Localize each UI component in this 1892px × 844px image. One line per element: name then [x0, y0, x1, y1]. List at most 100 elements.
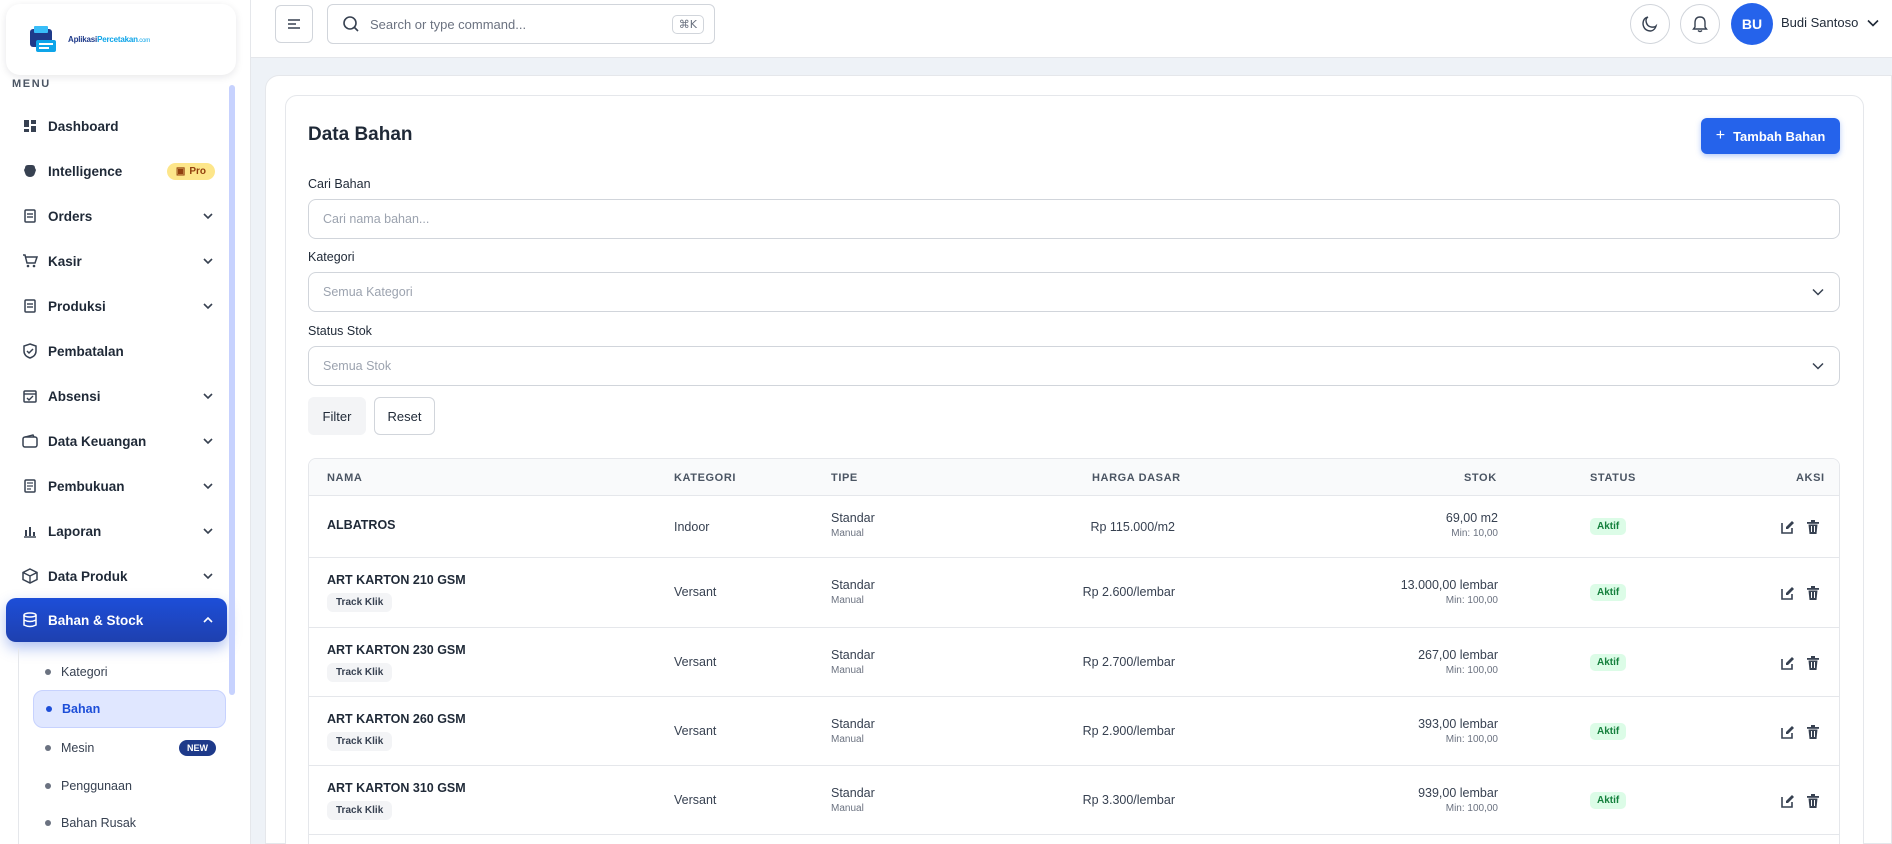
- sidebar-item-kasir[interactable]: Kasir: [6, 242, 227, 280]
- chevron-down-icon: [203, 483, 213, 490]
- dark-mode-toggle[interactable]: [1630, 4, 1670, 44]
- stock-status-select[interactable]: Semua Stok: [308, 346, 1840, 386]
- material-stock: 267,00 lembar: [1418, 648, 1498, 662]
- sidebar-scrollbar[interactable]: [229, 85, 235, 695]
- trash-icon[interactable]: [1805, 724, 1821, 740]
- column-header-stok[interactable]: STOK: [1464, 472, 1497, 484]
- bullet-dot: [45, 820, 51, 826]
- shortcut-hint: ⌘K: [671, 14, 704, 34]
- column-header-tipe[interactable]: TIPE: [831, 472, 858, 484]
- column-header-harga-dasar[interactable]: HARGA DASAR: [1092, 472, 1181, 484]
- new-badge: NEW: [179, 740, 216, 756]
- chevron-down-icon: [203, 438, 213, 445]
- user-name: Budi Santoso: [1781, 15, 1859, 30]
- sidebar-toggle-button[interactable]: [275, 5, 313, 43]
- edit-icon[interactable]: [1780, 724, 1796, 740]
- material-min-stock: Min: 100,00: [1445, 595, 1498, 606]
- submenu-item-label: Mesin: [61, 741, 95, 755]
- material-min-stock: Min: 100,00: [1445, 665, 1498, 676]
- ledger-icon: [20, 476, 40, 496]
- material-stock: 13.000,00 lembar: [1400, 578, 1498, 592]
- printer-logo-icon: [28, 25, 64, 54]
- material-name: ART KARTON 310 GSM: [327, 781, 466, 795]
- trash-icon[interactable]: [1805, 655, 1821, 671]
- sidebar-item-label: Absensi: [48, 388, 101, 404]
- edit-icon[interactable]: [1780, 585, 1796, 601]
- chevron-down-icon: [203, 258, 213, 265]
- table-row[interactable]: ALBATROS Indoor Standar Manual Rp 115.000…: [309, 496, 1839, 558]
- track-klik-tag: Track Klik: [327, 593, 393, 612]
- user-menu[interactable]: Budi Santoso: [1781, 15, 1880, 30]
- table-row[interactable]: ART KARTON 230 GSM Track Klik Versant Sta…: [309, 628, 1839, 697]
- material-name: ALBATROS: [327, 518, 396, 532]
- sidebar-item-dashboard[interactable]: Dashboard: [6, 107, 227, 145]
- submenu-item-label: Bahan Rusak: [61, 816, 137, 830]
- pro-badge: ▣ Pro: [166, 162, 215, 180]
- material-name: ART KARTON 230 GSM: [327, 643, 466, 657]
- trash-icon[interactable]: [1805, 793, 1821, 809]
- material-base-price: Rp 2.600/lembar: [1082, 585, 1175, 599]
- user-avatar[interactable]: BU: [1731, 3, 1773, 45]
- sidebar-item-pembatalan[interactable]: Pembatalan: [6, 332, 227, 370]
- sidebar-item-data-produk[interactable]: Data Produk: [6, 557, 227, 595]
- add-bahan-label: Tambah Bahan: [1733, 128, 1826, 144]
- moon-icon: [1642, 16, 1658, 32]
- material-name: ART KARTON 260 GSM: [327, 712, 466, 726]
- sidebar-item-label: Pembukuan: [48, 478, 125, 494]
- column-header-status[interactable]: STATUS: [1590, 472, 1636, 484]
- wallet-icon: [20, 431, 40, 451]
- material-type-mode: Manual: [831, 665, 864, 676]
- submenu-item-bahan-rusak[interactable]: Bahan Rusak: [33, 804, 226, 842]
- sidebar-item-pembukuan[interactable]: Pembukuan: [6, 467, 227, 505]
- bahan-search-input[interactable]: Cari nama bahan...: [308, 199, 1840, 239]
- material-type: Standar: [831, 578, 875, 592]
- material-category: Versant: [674, 724, 717, 738]
- command-search-input[interactable]: Search or type command... ⌘K: [327, 4, 715, 44]
- sidebar-item-laporan[interactable]: Laporan: [6, 512, 227, 550]
- sidebar-item-intelligence[interactable]: Intelligence ▣ Pro: [6, 152, 227, 190]
- sidebar-item-label: Bahan & Stock: [48, 612, 144, 628]
- chevron-down-icon: [203, 393, 213, 400]
- sidebar-item-absensi[interactable]: Absensi: [6, 377, 227, 415]
- edit-icon[interactable]: [1780, 519, 1796, 535]
- trash-icon[interactable]: [1805, 519, 1821, 535]
- bullet-dot: [45, 783, 51, 789]
- sidebar-item-bahan-stock[interactable]: Bahan & Stock: [6, 598, 227, 642]
- column-header-kategori[interactable]: KATEGORI: [674, 472, 736, 484]
- brain-icon: [20, 161, 40, 181]
- sidebar-item-data-keuangan[interactable]: Data Keuangan: [6, 422, 227, 460]
- category-label: Kategori: [308, 250, 355, 264]
- column-header-nama[interactable]: NAMA: [327, 472, 362, 484]
- chevron-down-icon: [1812, 362, 1824, 370]
- submenu-item-penggunaan[interactable]: Penggunaan: [33, 767, 226, 805]
- material-name: ART KARTON 210 GSM: [327, 573, 466, 587]
- table-row[interactable]: ART KARTON 210 GSM Track Klik Versant Sta…: [309, 558, 1839, 628]
- trash-icon[interactable]: [1805, 585, 1821, 601]
- topbar: Search or type command... ⌘K BU Budi San…: [251, 0, 1892, 58]
- track-klik-tag: Track Klik: [327, 801, 393, 820]
- submenu-item-label: Penggunaan: [61, 779, 132, 793]
- submenu-item-mesin[interactable]: Mesin NEW: [33, 729, 226, 767]
- shield-icon: [20, 341, 40, 361]
- submenu-item-kategori[interactable]: Kategori: [33, 653, 226, 691]
- sidebar-item-label: Dashboard: [48, 118, 119, 134]
- edit-icon[interactable]: [1780, 793, 1796, 809]
- filter-button[interactable]: Filter: [308, 397, 366, 435]
- sidebar-item-orders[interactable]: Orders: [6, 197, 227, 235]
- category-select[interactable]: Semua Kategori: [308, 272, 1840, 312]
- table-row[interactable]: ART KARTON 260 GSM Track Klik Versant Sta…: [309, 697, 1839, 766]
- category-select-value: Semua Kategori: [323, 285, 413, 299]
- table-row[interactable]: ART KARTON 310 GSM Track Klik Versant Sta…: [309, 766, 1839, 835]
- material-stock: 939,00 lembar: [1418, 786, 1498, 800]
- brand-logo[interactable]: AplikasiPercetakan.com: [6, 4, 236, 75]
- sidebar-item-produksi[interactable]: Produksi: [6, 287, 227, 325]
- chevron-down-icon: [203, 573, 213, 580]
- cart-icon: [20, 251, 40, 271]
- edit-icon[interactable]: [1780, 655, 1796, 671]
- material-category: Indoor: [674, 520, 710, 534]
- reset-button[interactable]: Reset: [374, 397, 435, 435]
- notifications-button[interactable]: [1680, 4, 1720, 44]
- add-bahan-button[interactable]: + Tambah Bahan: [1701, 118, 1840, 154]
- material-type-mode: Manual: [831, 734, 864, 745]
- submenu-item-bahan[interactable]: Bahan: [33, 690, 226, 728]
